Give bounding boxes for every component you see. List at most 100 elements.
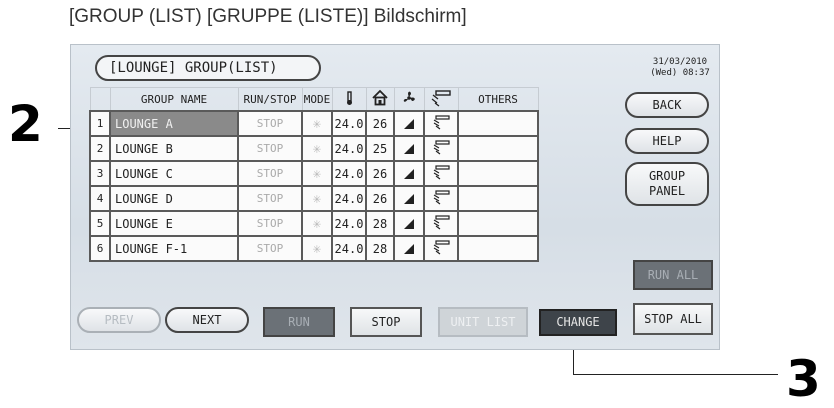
change-button[interactable]: CHANGE (539, 309, 617, 336)
group-name-cell[interactable]: LOUNGE A (109, 110, 239, 137)
fan-speed-icon (404, 244, 414, 254)
help-button[interactable]: HELP (625, 128, 709, 154)
callout-3: 3 (786, 350, 821, 408)
fan-speed-cell[interactable] (393, 210, 425, 237)
table-row[interactable]: 2 LOUNGE B STOP ✳ 24.0 25 (89, 135, 539, 162)
snowflake-icon: ✳ (312, 115, 322, 132)
table-row[interactable]: 6 LOUNGE F-1 STOP ✳ 24.0 28 (89, 235, 539, 262)
louver-cell[interactable] (423, 235, 459, 262)
fan-speed-cell[interactable] (393, 185, 425, 212)
run-button[interactable]: RUN (263, 307, 335, 337)
unit-list-button[interactable]: UNIT LIST (438, 307, 528, 337)
datetime: 31/03/2010 (Wed) 08:37 (643, 57, 717, 79)
others-cell (457, 110, 539, 137)
mode-cell[interactable]: ✳ (301, 110, 333, 137)
louver-icon (433, 239, 450, 254)
group-table: GROUP NAME RUN/STOP MODE OTHERS 1 LOUNGE… (89, 87, 539, 262)
fan-speed-cell[interactable] (393, 160, 425, 187)
others-cell (457, 210, 539, 237)
room-temp-cell: 26 (365, 185, 395, 212)
group-name-cell[interactable]: LOUNGE F-1 (109, 235, 239, 262)
louver-cell[interactable] (423, 110, 459, 137)
row-number: 1 (89, 110, 111, 137)
others-cell (457, 185, 539, 212)
louver-cell[interactable] (423, 135, 459, 162)
fan-speed-icon (404, 194, 414, 204)
run-stop-cell[interactable]: STOP (237, 135, 303, 162)
back-button[interactable]: BACK (625, 92, 709, 118)
set-temp-cell[interactable]: 24.0 (331, 135, 367, 162)
fan-speed-cell[interactable] (393, 135, 425, 162)
run-stop-cell[interactable]: STOP (237, 110, 303, 137)
mode-cell[interactable]: ✳ (301, 210, 333, 237)
col-mode: MODE (301, 87, 333, 112)
run-stop-cell[interactable]: STOP (237, 235, 303, 262)
fan-speed-cell[interactable] (393, 235, 425, 262)
row-number: 4 (89, 185, 111, 212)
table-row[interactable]: 5 LOUNGE E STOP ✳ 24.0 28 (89, 210, 539, 237)
louver-cell[interactable] (423, 185, 459, 212)
room-temp-cell: 26 (365, 110, 395, 137)
fan-speed-cell[interactable] (393, 110, 425, 137)
louver-icon (431, 89, 451, 107)
mode-cell[interactable]: ✳ (301, 135, 333, 162)
room-temp-cell: 25 (365, 135, 395, 162)
fan-speed-icon (404, 169, 414, 179)
col-louver (423, 87, 459, 112)
louver-icon (433, 164, 450, 179)
others-cell (457, 135, 539, 162)
louver-icon (433, 139, 450, 154)
mode-cell[interactable]: ✳ (301, 160, 333, 187)
room-temp-cell: 28 (365, 210, 395, 237)
fan-speed-icon (404, 219, 414, 229)
callout-3-line-horizontal (573, 374, 778, 375)
group-name-cell[interactable]: LOUNGE B (109, 135, 239, 162)
mode-cell[interactable]: ✳ (301, 235, 333, 262)
fan-speed-icon (404, 144, 414, 154)
stop-all-button[interactable]: STOP ALL (633, 303, 713, 335)
group-name-cell[interactable]: LOUNGE D (109, 185, 239, 212)
group-name-cell[interactable]: LOUNGE E (109, 210, 239, 237)
louver-icon (433, 114, 450, 129)
screen-title: [LOUNGE] GROUP(LIST) (95, 55, 321, 81)
louver-icon (433, 189, 450, 204)
col-run-stop: RUN/STOP (237, 87, 303, 112)
louver-cell[interactable] (423, 210, 459, 237)
prev-button[interactable]: PREV (77, 307, 161, 333)
run-all-button[interactable]: RUN ALL (633, 260, 713, 290)
group-panel-button[interactable]: GROUP PANEL (625, 162, 709, 206)
row-number: 5 (89, 210, 111, 237)
set-temp-cell[interactable]: 24.0 (331, 110, 367, 137)
group-panel-label-1: GROUP (648, 169, 686, 183)
house-icon (372, 89, 388, 105)
group-panel-label-2: PANEL (648, 184, 686, 198)
table-row[interactable]: 4 LOUNGE D STOP ✳ 24.0 26 (89, 185, 539, 212)
run-stop-cell[interactable]: STOP (237, 210, 303, 237)
table-row[interactable]: 3 LOUNGE C STOP ✳ 24.0 26 (89, 160, 539, 187)
set-temp-cell[interactable]: 24.0 (331, 235, 367, 262)
date: 31/03/2010 (652, 57, 708, 67)
table-row[interactable]: 1 LOUNGE A STOP ✳ 24.0 26 (89, 110, 539, 137)
louver-cell[interactable] (423, 160, 459, 187)
others-cell (457, 160, 539, 187)
room-temp-cell: 26 (365, 160, 395, 187)
run-stop-cell[interactable]: STOP (237, 185, 303, 212)
set-temp-cell[interactable]: 24.0 (331, 185, 367, 212)
page-caption: [GROUP (LIST) [GRUPPE (LISTE)] Bildschir… (69, 6, 467, 27)
set-temp-cell[interactable]: 24.0 (331, 210, 367, 237)
col-others: OTHERS (457, 87, 539, 112)
row-number: 3 (89, 160, 111, 187)
next-button[interactable]: NEXT (165, 307, 249, 333)
stop-button[interactable]: STOP (350, 307, 422, 337)
touch-screen: [LOUNGE] GROUP(LIST) 31/03/2010 (Wed) 08… (70, 44, 720, 350)
group-name-cell[interactable]: LOUNGE C (109, 160, 239, 187)
run-stop-cell[interactable]: STOP (237, 160, 303, 187)
col-room (365, 87, 395, 112)
table-header: GROUP NAME RUN/STOP MODE OTHERS (89, 87, 539, 112)
time: (Wed) 08:37 (650, 68, 710, 78)
room-temp-cell: 28 (365, 235, 395, 262)
set-temp-cell[interactable]: 24.0 (331, 160, 367, 187)
mode-cell[interactable]: ✳ (301, 185, 333, 212)
row-number: 6 (89, 235, 111, 262)
others-cell (457, 235, 539, 262)
